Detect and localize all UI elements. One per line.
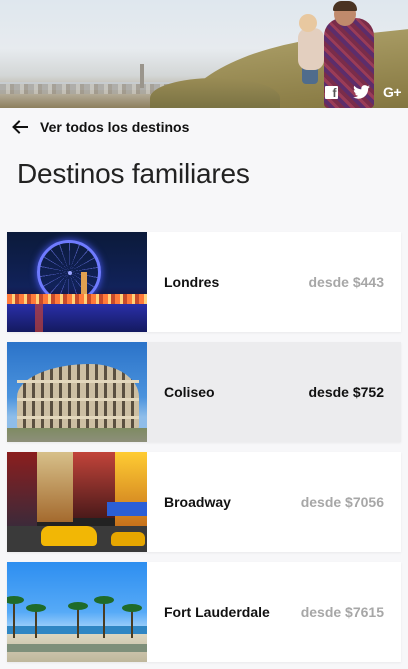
back-link-label: Ver todos los destinos — [40, 119, 190, 135]
page: f G+ Ver todos los destinos Destinos fam… — [0, 0, 408, 669]
destination-price: desde $7615 — [300, 604, 384, 620]
twitter-icon[interactable] — [352, 83, 370, 101]
page-title: Destinos familiares — [17, 158, 250, 189]
destination-thumbnail — [7, 452, 147, 552]
destination-price: desde $443 — [308, 274, 385, 290]
destination-thumbnail — [7, 342, 147, 442]
destination-list: Londres desde $443 Coliseo desde $752 Br… — [7, 232, 401, 669]
destination-name: Broadway — [164, 494, 231, 510]
destination-thumbnail — [7, 232, 147, 332]
destination-price: desde $7056 — [300, 494, 384, 510]
destination-card-londres[interactable]: Londres desde $443 — [7, 232, 401, 332]
destination-card-broadway[interactable]: Broadway desde $7056 — [7, 452, 401, 552]
hero-image: f G+ — [0, 0, 408, 108]
destination-card-coliseo[interactable]: Coliseo desde $752 — [7, 342, 401, 442]
destination-name: Coliseo — [164, 384, 215, 400]
destination-price: desde $752 — [308, 384, 385, 400]
google-plus-icon[interactable]: G+ — [380, 83, 404, 101]
destination-card-fort-lauderdale[interactable]: Fort Lauderdale desde $7615 — [7, 562, 401, 662]
destination-name: Londres — [164, 274, 220, 290]
destination-name: Fort Lauderdale — [164, 604, 270, 620]
back-link[interactable]: Ver todos los destinos — [12, 116, 189, 138]
destination-thumbnail — [7, 562, 147, 662]
facebook-icon[interactable]: f — [324, 83, 338, 101]
arrow-left-icon — [12, 120, 28, 134]
